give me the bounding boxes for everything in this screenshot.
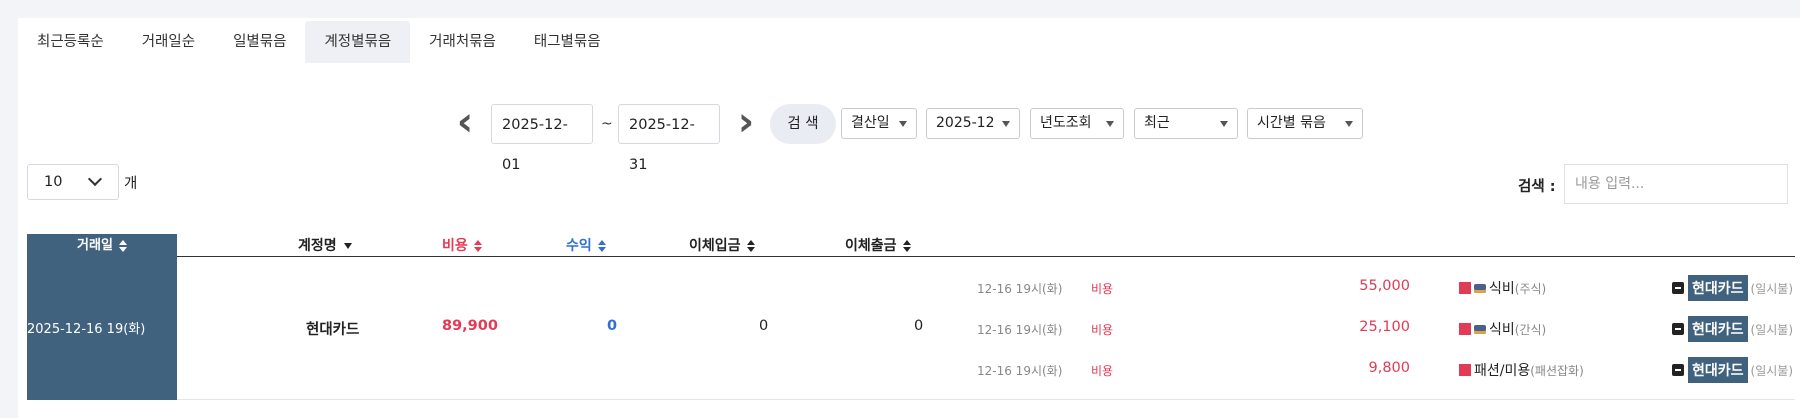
group-account[interactable]: 현대카드 (306, 318, 359, 339)
tab-tag-group[interactable]: 태그별묶음 (515, 21, 620, 63)
detail-kind: 비용 (1091, 323, 1114, 337)
book-icon (1474, 284, 1486, 293)
prev-period-icon[interactable]: ‹ (452, 102, 478, 144)
column-header-transfer-in-label: 이체입금 (689, 238, 741, 254)
caret-down-icon (1220, 121, 1228, 127)
year-lookup-select[interactable]: 년도조회 (1030, 108, 1124, 139)
detail-category[interactable]: 식비(주식) (1459, 278, 1546, 298)
detail-account[interactable]: 현대카드 (일시불) (1672, 357, 1793, 383)
date-type-select[interactable]: 결산일 (841, 108, 917, 139)
tab-recent-registered[interactable]: 최근등록순 (18, 21, 123, 63)
detail-category-label: 식비 (1489, 322, 1515, 338)
sort-icon (902, 240, 911, 252)
minus-icon (1672, 323, 1684, 335)
detail-subcategory: (주식) (1514, 282, 1547, 296)
detail-payment-type: (일시불) (1750, 323, 1794, 337)
chevron-down-icon (87, 171, 103, 187)
detail-time: 12-16 19시(화) (977, 364, 1063, 378)
row-divider (177, 399, 1795, 400)
minus-icon (1672, 364, 1684, 376)
detail-account-badge: 현대카드 (1688, 316, 1748, 342)
recent-value: 최근 (1144, 115, 1170, 131)
sort-icon (473, 240, 482, 252)
column-header-income[interactable]: 수익 (566, 234, 606, 258)
detail-kind: 비용 (1091, 364, 1114, 378)
column-header-date[interactable]: 거래일 (27, 234, 177, 258)
page-size-value: 10 (44, 174, 63, 190)
detail-subcategory: (패션잡화) (1530, 364, 1584, 378)
page-size-select[interactable]: 10 (27, 164, 119, 200)
grouping-value: 시간별 묶음 (1257, 115, 1326, 131)
book-icon (1474, 325, 1486, 334)
detail-category-label: 패션/미용 (1474, 363, 1531, 379)
date-type-value: 결산일 (851, 115, 890, 131)
header-divider (177, 256, 1795, 257)
category-color-icon (1459, 323, 1471, 335)
detail-account-badge: 현대카드 (1688, 275, 1748, 301)
caret-down-icon (1106, 121, 1114, 127)
column-header-expense[interactable]: 비용 (442, 234, 482, 258)
month-value: 2025-12 (936, 115, 995, 131)
main-card (18, 18, 1800, 418)
sort-icon (597, 240, 606, 252)
column-header-date-label: 거래일 (77, 238, 113, 253)
detail-kind: 비용 (1091, 282, 1114, 296)
column-header-transfer-out-label: 이체출금 (845, 238, 897, 254)
detail-time: 12-16 19시(화) (977, 323, 1063, 337)
view-tabs: 최근등록순 거래일순 일별묶음 계정별묶음 거래처묶음 태그별묶음 (18, 21, 620, 63)
recent-select[interactable]: 최근 (1134, 108, 1238, 139)
column-header-transfer-out[interactable]: 이체출금 (845, 234, 911, 258)
tab-daily-group[interactable]: 일별묶음 (214, 21, 305, 63)
column-header-income-label: 수익 (566, 238, 592, 254)
group-transfer-out: 0 (914, 318, 924, 334)
detail-category[interactable]: 패션/미용(패션잡화) (1459, 360, 1584, 380)
group-transfer-in: 0 (759, 318, 769, 334)
caret-down-icon (899, 121, 907, 127)
detail-payment-type: (일시불) (1750, 364, 1794, 378)
date-range-separator: ~ (601, 116, 613, 132)
sort-desc-icon (343, 243, 352, 249)
minus-icon (1672, 282, 1684, 294)
detail-amount: 55,000 (1359, 278, 1410, 294)
column-header-account[interactable]: 계정명 (298, 234, 352, 258)
detail-account-badge: 현대카드 (1688, 357, 1748, 383)
grouping-select[interactable]: 시간별 묶음 (1247, 108, 1363, 139)
detail-time: 12-16 19시(화) (977, 282, 1063, 296)
detail-category[interactable]: 식비(간식) (1459, 319, 1546, 339)
tab-account-group[interactable]: 계정별묶음 (305, 21, 411, 63)
year-lookup-value: 년도조회 (1040, 115, 1092, 131)
caret-down-icon (1345, 121, 1353, 127)
group-expense: 89,900 (442, 318, 498, 334)
detail-payment-type: (일시불) (1750, 282, 1794, 296)
date-from-input[interactable]: 2025-12-01 (491, 104, 593, 173)
column-header-transfer-in[interactable]: 이체입금 (689, 234, 755, 258)
date-to-input[interactable]: 2025-12-31 (618, 104, 720, 173)
month-select[interactable]: 2025-12 (926, 108, 1020, 139)
search-button[interactable]: 검 색 (770, 104, 836, 144)
category-color-icon (1459, 282, 1471, 294)
detail-category-label: 식비 (1489, 281, 1515, 297)
detail-amount: 25,100 (1359, 319, 1410, 335)
category-color-icon (1459, 364, 1471, 376)
next-period-icon[interactable]: › (733, 102, 759, 144)
tab-by-transaction-date[interactable]: 거래일순 (123, 21, 214, 63)
detail-subcategory: (간식) (1514, 323, 1547, 337)
column-header-expense-label: 비용 (442, 238, 468, 254)
detail-account[interactable]: 현대카드 (일시불) (1672, 316, 1793, 342)
search-label: 검색 : (1518, 179, 1556, 195)
group-date: 2025-12-16 19(화) (27, 322, 146, 337)
detail-amount: 9,800 (1368, 360, 1410, 376)
sort-icon (118, 239, 127, 252)
search-input[interactable]: 내용 입력... (1564, 164, 1788, 204)
caret-down-icon (1002, 121, 1010, 127)
page-size-unit: 개 (124, 176, 138, 192)
group-income: 0 (607, 318, 618, 334)
column-header-account-label: 계정명 (298, 238, 337, 254)
tab-vendor-group[interactable]: 거래처묶음 (410, 21, 515, 63)
detail-account[interactable]: 현대카드 (일시불) (1672, 275, 1793, 301)
sort-icon (746, 240, 755, 252)
